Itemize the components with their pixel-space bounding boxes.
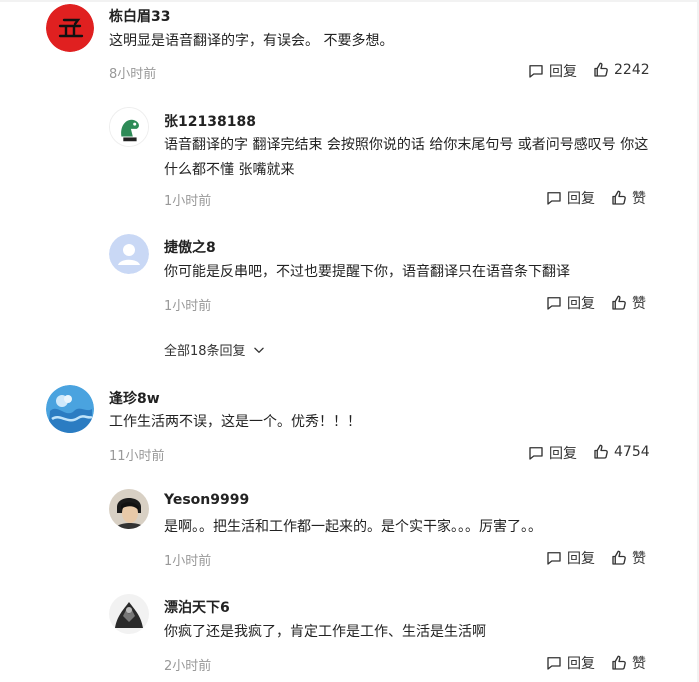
comment-text: 工作生活两不误，这是一个。优秀！！！ bbox=[109, 414, 361, 430]
reply-button[interactable]: 回复 bbox=[545, 653, 595, 673]
reply-username[interactable]: Yeson9999 bbox=[164, 492, 249, 508]
like-label: 赞 bbox=[632, 551, 646, 567]
avatar[interactable] bbox=[46, 385, 94, 433]
comment-username[interactable]: 逢珍8w bbox=[109, 388, 160, 408]
reply-text: 你疯了还是我疯了，肯定工作是工作、生活是生活啊 bbox=[164, 624, 486, 640]
comment-icon bbox=[547, 552, 561, 565]
reply-time: 1小时前 bbox=[164, 554, 212, 569]
comment-item: 逢珍8w 工作生活两不误，这是一个。优秀！！！ 11小时前 回复 4754 Ye… bbox=[0, 0, 699, 682]
avatar[interactable] bbox=[109, 594, 149, 634]
avatar[interactable] bbox=[109, 489, 149, 529]
like-button[interactable]: 赞 bbox=[610, 548, 646, 568]
reply-text: 是啊。。把生活和工作都一起来的。是个实干家。。。厉害了。。 bbox=[164, 519, 542, 535]
reply-time: 2小时前 bbox=[164, 659, 212, 674]
comment-time: 11小时前 bbox=[109, 449, 165, 464]
like-count: 4754 bbox=[614, 444, 650, 460]
like-label: 赞 bbox=[632, 656, 646, 672]
reply-username[interactable]: 漂泊天下6 bbox=[164, 597, 230, 617]
comment-icon bbox=[547, 657, 561, 670]
like-button[interactable]: 4754 bbox=[592, 443, 650, 461]
reply-label: 回复 bbox=[567, 551, 595, 567]
thumbs-up-icon bbox=[612, 655, 626, 670]
comment-icon bbox=[529, 447, 543, 460]
reply-label: 回复 bbox=[549, 446, 577, 462]
thumbs-up-icon bbox=[612, 550, 626, 565]
thumbs-up-icon bbox=[594, 444, 608, 459]
reply-button[interactable]: 回复 bbox=[527, 443, 577, 463]
like-button[interactable]: 赞 bbox=[610, 653, 646, 673]
reply-label: 回复 bbox=[567, 656, 595, 672]
reply-button[interactable]: 回复 bbox=[545, 548, 595, 568]
